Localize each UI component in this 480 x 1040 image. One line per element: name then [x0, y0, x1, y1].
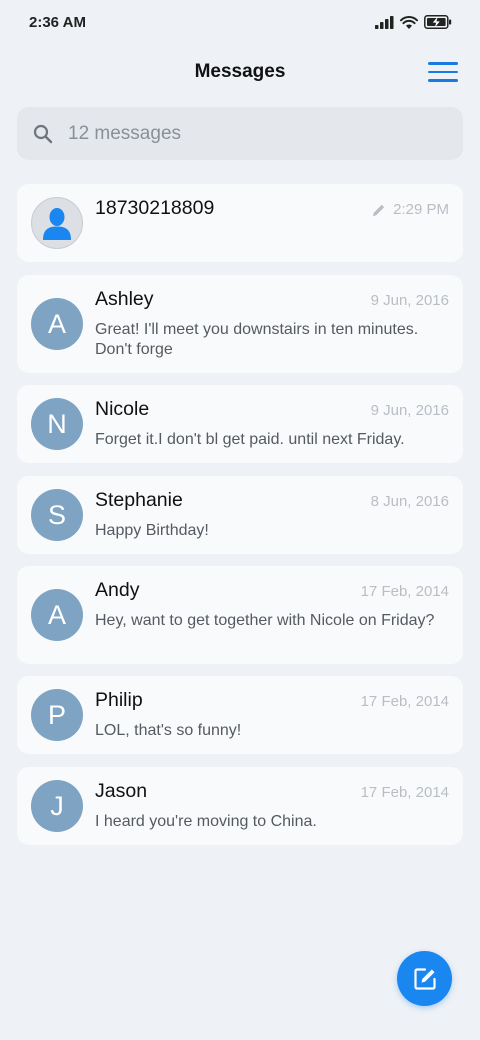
message-preview: Happy Birthday!: [95, 522, 209, 539]
contact-name: Ashley: [95, 288, 154, 310]
message-item[interactable]: N Nicole 9 Jun, 2016 Forget it.I don't b…: [17, 385, 463, 463]
message-preview: Forget it.I don't bl get paid. until nex…: [95, 431, 405, 448]
person-icon: [43, 208, 71, 240]
message-date: 17 Feb, 2014: [360, 784, 449, 801]
message-item[interactable]: J Jason 17 Feb, 2014 I heard you're movi…: [17, 767, 463, 845]
contact-avatar: S: [31, 489, 83, 541]
contact-avatar: J: [31, 780, 83, 832]
search-icon: [33, 124, 53, 143]
signal-icon: [375, 15, 394, 29]
wifi-icon: [400, 15, 418, 29]
message-item[interactable]: P Philip 17 Feb, 2014 LOL, that's so fun…: [17, 676, 463, 754]
status-bar: 2:36 AM: [0, 0, 480, 44]
battery-charging-icon: [424, 15, 452, 29]
search-input[interactable]: [68, 122, 408, 145]
contact-name: Nicole: [95, 398, 150, 420]
message-item[interactable]: A Andy 17 Feb, 2014 Hey, want to get tog…: [17, 566, 463, 664]
message-item[interactable]: A Ashley 9 Jun, 2016 Great! I'll meet yo…: [17, 275, 463, 373]
app-header: Messages: [0, 50, 480, 94]
message-item[interactable]: S Stephanie 8 Jun, 2016 Happy Birthday!: [17, 476, 463, 554]
contact-name: Stephanie: [95, 489, 183, 511]
hamburger-menu-icon[interactable]: [428, 58, 458, 86]
message-date: 17 Feb, 2014: [360, 583, 449, 600]
message-preview: Hey, want to get together with Nicole on…: [95, 612, 435, 629]
messages-screen: 2:36 AM Messages 12 messages 18730218809…: [0, 0, 480, 1040]
status-icons: [375, 15, 452, 29]
page-title: Messages: [194, 61, 286, 82]
contact-avatar: A: [31, 589, 83, 641]
search-box[interactable]: [17, 107, 463, 160]
message-date: 9 Jun, 2016: [370, 402, 449, 419]
contact-avatar: A: [31, 298, 83, 350]
compose-icon: [413, 967, 436, 990]
message-date: 8 Jun, 2016: [370, 493, 449, 510]
message-date: 17 Feb, 2014: [360, 693, 449, 710]
contact-avatar: N: [31, 398, 83, 450]
contact-name: Andy: [95, 579, 140, 601]
status-time: 2:36 AM: [29, 13, 86, 31]
message-time: 2:29 PM: [393, 201, 449, 218]
compose-button[interactable]: [397, 951, 452, 1006]
contact-name: Philip: [95, 689, 143, 711]
message-date: 9 Jun, 2016: [370, 292, 449, 309]
contact-name: 18730218809: [95, 197, 215, 219]
contact-name: Jason: [95, 780, 148, 802]
default-contact-avatar: [31, 197, 83, 249]
message-preview: LOL, that's so funny!: [95, 722, 242, 739]
message-preview: I heard you're moving to China.: [95, 813, 317, 830]
message-item[interactable]: 18730218809 2:29 PM: [17, 184, 463, 262]
contact-avatar: P: [31, 689, 83, 741]
message-preview: Great! I'll meet you downstairs in ten m…: [95, 321, 419, 358]
draft-pencil-icon: [373, 204, 385, 216]
message-date: 2:29 PM: [372, 201, 449, 218]
